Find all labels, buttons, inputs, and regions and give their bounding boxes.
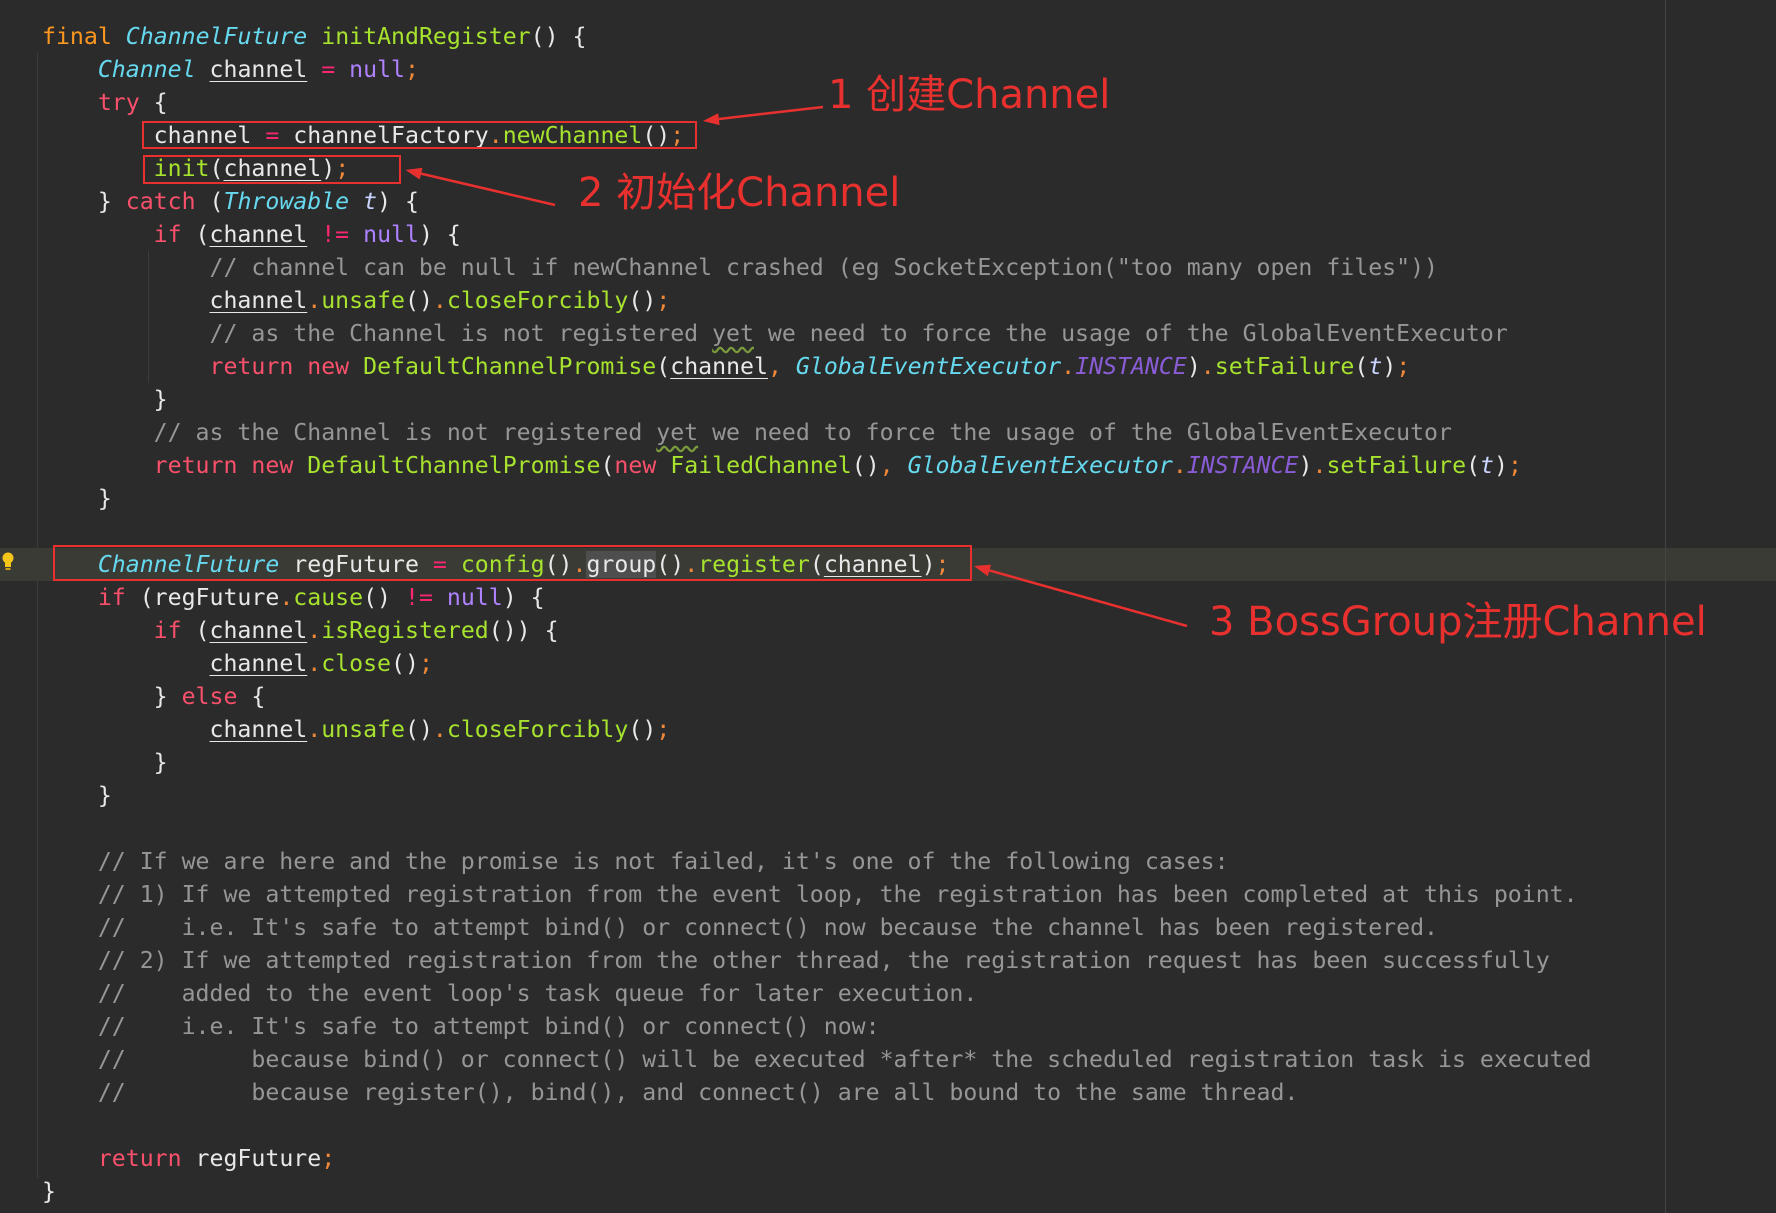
annotation-arrow-2: [405, 167, 556, 207]
annotation-arrow-3: [974, 564, 1188, 628]
annotation-label-register-channel: 3 BossGroup注册Channel: [1209, 599, 1707, 645]
annotation-arrow-1: [703, 105, 824, 126]
annotation-label-init-channel: 2 初始化Channel: [578, 170, 901, 216]
annotation-label-create-channel: 1 创建Channel: [828, 72, 1111, 118]
